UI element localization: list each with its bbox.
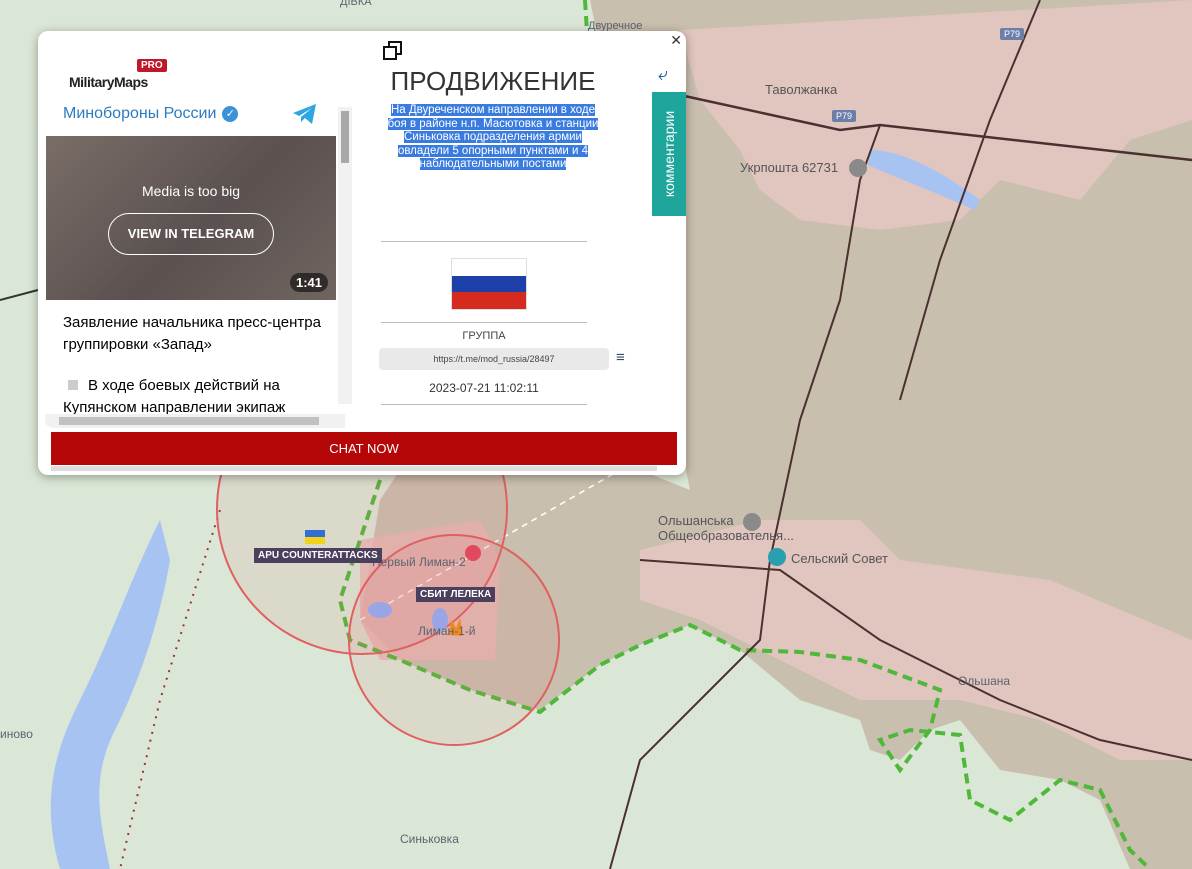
channel-name[interactable]: Минобороны России [63, 105, 216, 122]
bullet-icon [68, 380, 78, 390]
scrollbar-thumb[interactable] [341, 111, 349, 163]
event-title: ПРОДВИЖЕНИЕ [390, 66, 596, 96]
post-office-icon [849, 159, 867, 177]
flag-stripe-red [452, 292, 526, 309]
flag-stripe-blue [452, 275, 526, 293]
menu-icon[interactable]: ≡ [616, 349, 625, 366]
telegram-icon[interactable] [292, 103, 318, 125]
telegram-media-preview[interactable]: Media is too big VIEW IN TELEGRAM 1:41 [46, 136, 336, 300]
info-popup: ✕ MilitaryMaps PRO Минобороны России ✓ Me… [38, 31, 686, 475]
sbit-leleka-tag[interactable]: СБИТ ЛЕЛЕКА [416, 587, 496, 602]
pro-badge: PRO [137, 59, 167, 72]
location-pin-icon [465, 545, 481, 561]
pond [368, 602, 392, 618]
ukraine-flag-marker [305, 530, 325, 537]
map-label-liman-1: Лиман-1-й [418, 624, 476, 638]
group-label: ГРУППА [462, 330, 506, 342]
flag-stripe-white [452, 259, 526, 276]
map-label-selsky: Сельский Совет [791, 551, 888, 566]
media-too-big-message: Media is too big [141, 183, 241, 199]
verified-icon: ✓ [222, 105, 239, 122]
vertical-scrollbar[interactable] [338, 107, 352, 404]
divider [381, 322, 587, 323]
return-icon[interactable]: ⤶ [658, 64, 668, 85]
view-in-telegram-button[interactable]: VIEW IN TELEGRAM [108, 213, 274, 255]
map-label-divivka: ДІВКА [340, 0, 372, 8]
road-shield: P79 [1000, 28, 1025, 40]
divider [381, 241, 587, 242]
comments-tab-label[interactable]: комментарии [661, 111, 677, 197]
divider [381, 404, 587, 405]
map-label-perviy-liman: Первый Лиман-2 [372, 555, 466, 569]
apu-counterattacks-tag[interactable]: APU COUNTERATTACKS [254, 548, 382, 563]
scrollbar-thumb[interactable] [59, 417, 319, 425]
telegram-embed[interactable]: Минобороны России ✓ Media is too big VIEW… [45, 93, 352, 428]
chat-now-button[interactable]: CHAT NOW [51, 432, 677, 465]
telegram-post-text: Заявление начальника пресс-центра группи… [63, 314, 321, 353]
map-label-ukrposhta: Укрпошта 62731 [740, 160, 839, 175]
telegram-channel-name[interactable]: Минобороны России ✓ [63, 105, 239, 123]
council-icon [768, 548, 786, 566]
militarymaps-logo: MilitaryMaps [69, 74, 148, 90]
description-text: На Двуреченском направлении в ходе боя в… [387, 104, 599, 170]
map-label-sinkovka: Синьковка [400, 832, 459, 846]
event-date: 2023-07-21 11:02:11 [429, 381, 539, 395]
road-shield: P79 [832, 110, 857, 122]
map-label-inovo: иново [0, 727, 33, 741]
map-label-olshanska: Ольшанська Общеобразователья... [658, 513, 794, 543]
video-duration: 1:41 [289, 273, 328, 292]
source-link[interactable]: https://t.me/mod_russia/28497 [379, 348, 609, 370]
bullet-text: В ходе боевых действий на Купянском напр… [63, 377, 286, 416]
russia-flag [451, 258, 527, 310]
map-label-olshana: Ольшана [958, 674, 1011, 688]
telegram-bullet-text: В ходе боевых действий на Купянском напр… [63, 375, 333, 419]
map-label-tavolzhanka: Таволжанка [765, 82, 838, 97]
event-description: На Двуреченском направлении в ходе боя в… [380, 104, 606, 172]
comments-tab[interactable]: комментарии [652, 92, 686, 216]
chat-button-shadow [51, 466, 657, 471]
expand-icon[interactable] [383, 41, 403, 61]
close-icon[interactable]: ✕ [670, 32, 682, 48]
horizontal-scrollbar[interactable] [45, 414, 345, 428]
